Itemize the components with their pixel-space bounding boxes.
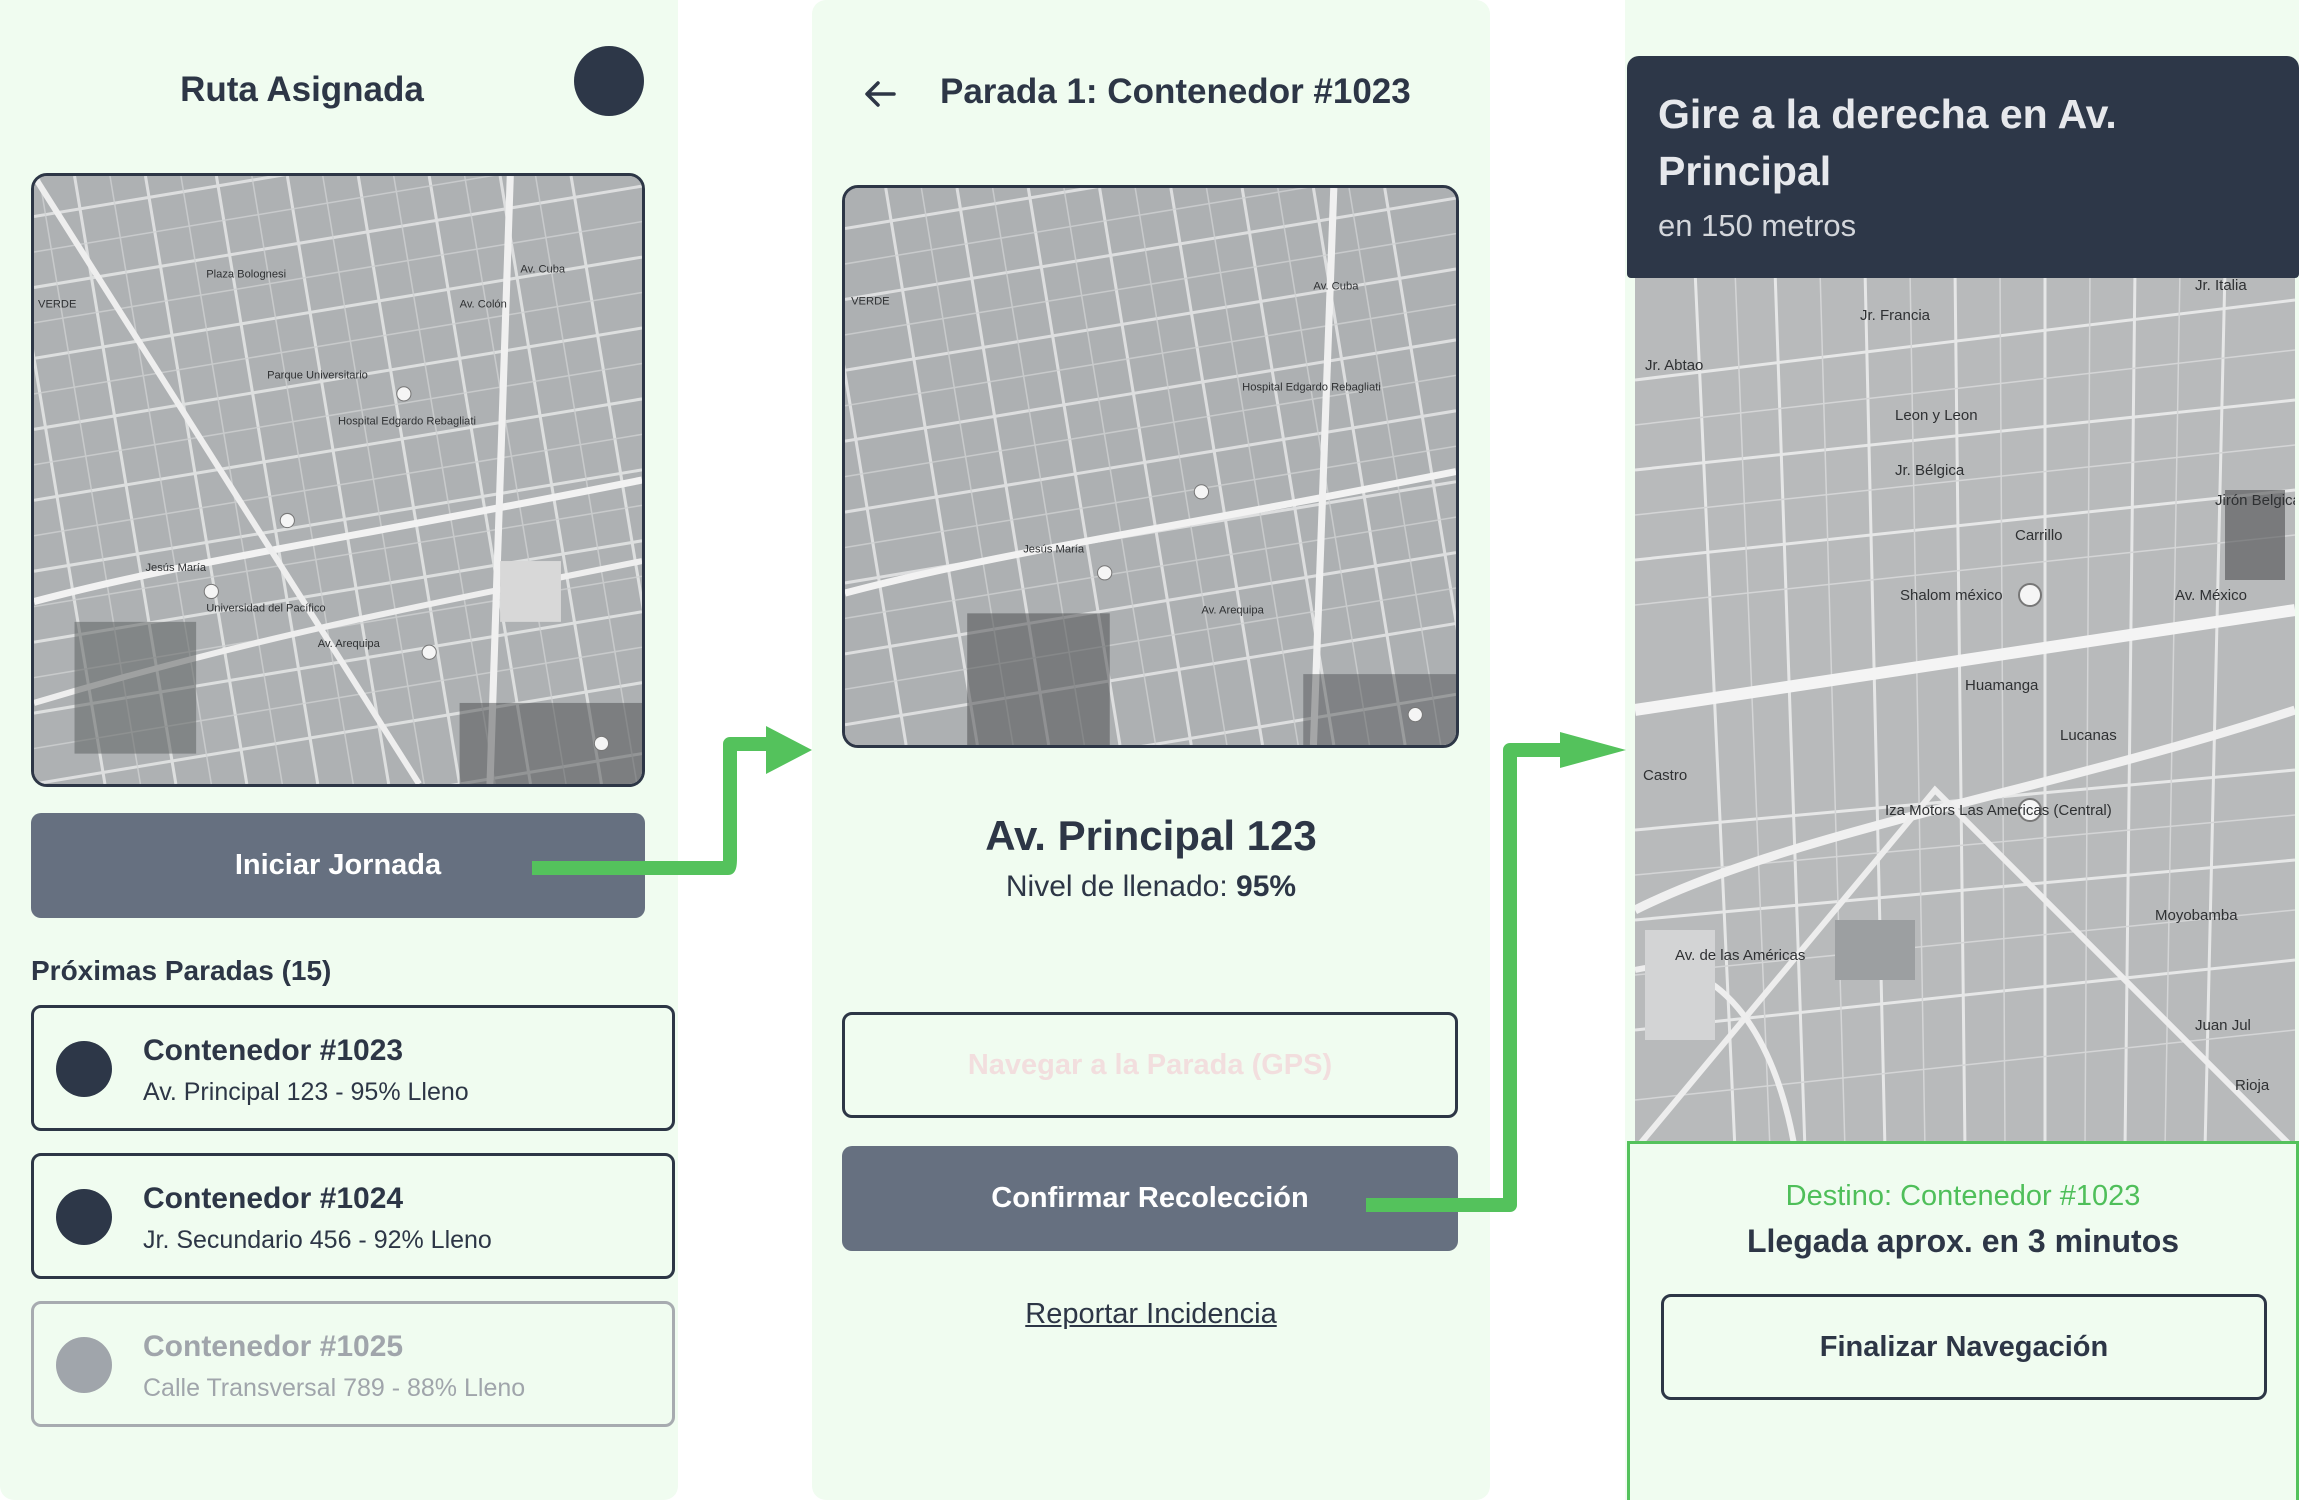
map-label: Hospital Edgardo Rebagliati xyxy=(338,415,476,427)
avatar[interactable] xyxy=(574,46,644,116)
finish-navigation-label: Finalizar Navegación xyxy=(1819,1330,2109,1363)
map-graphic: Plaza Bolognesi Av. Colón Hospital Edgar… xyxy=(34,176,642,784)
report-incident-link[interactable]: Reportar Incidencia xyxy=(812,1298,1490,1331)
turn-distance: en 150 metros xyxy=(1658,208,1857,243)
map-label: Lucanas xyxy=(2060,727,2117,744)
navigation-map[interactable]: Jr. Italia Jr. Francia Leon y Leon Jr. B… xyxy=(1635,270,2295,1150)
map-label: Av. Cuba xyxy=(1313,280,1359,292)
map-label: Hospital Edgardo Rebagliati xyxy=(1242,382,1381,394)
stop-subtitle: Calle Transversal 789 - 88% Lleno xyxy=(143,1374,526,1402)
map-label: Av. Arequipa xyxy=(318,638,381,650)
flow-arrow-icon xyxy=(532,726,812,875)
turn-instruction: Gire a la derecha en Av. Principal xyxy=(1658,91,2117,194)
stop-card[interactable]: Contenedor #1025 Calle Transversal 789 -… xyxy=(31,1301,675,1427)
page-title: Parada 1: Contenedor #1023 xyxy=(940,72,1411,111)
map-graphic: Jr. Italia Jr. Francia Leon y Leon Jr. B… xyxy=(1635,270,2295,1150)
map-label: Jesús María xyxy=(145,562,206,574)
eta-label: Llegada aprox. en 3 minutos xyxy=(1746,1223,2180,1259)
stop-title: Contenedor #1025 xyxy=(143,1330,404,1363)
map-label: Carrillo xyxy=(2015,527,2063,544)
stop-subtitle: Av. Principal 123 - 95% Lleno xyxy=(143,1078,469,1106)
map-label: VERDE xyxy=(38,299,76,311)
map-label: Av. Colón xyxy=(460,299,507,311)
arrow-left-icon[interactable] xyxy=(860,74,900,114)
finish-navigation-button[interactable]: Finalizar Navegación xyxy=(1661,1294,2267,1400)
stop-status-dot xyxy=(56,1041,112,1097)
fill-level-label: Nivel de llenado: xyxy=(1005,870,1228,903)
map-label: Iza Motors Las Americas (Central) xyxy=(1885,802,2112,819)
stop-subtitle: Jr. Secundario 456 - 92% Lleno xyxy=(143,1226,492,1254)
map-label: Av. de las Américas xyxy=(1675,947,1805,964)
stop-card[interactable]: Contenedor #1023 Av. Principal 123 - 95%… xyxy=(31,1005,675,1131)
map-label: Castro xyxy=(1643,767,1687,784)
flow-arrow-icon xyxy=(1366,732,1626,1212)
map-label: Av. México xyxy=(2175,587,2247,604)
destination-label: Destino: Contenedor #1023 xyxy=(1785,1180,2141,1212)
map-label: Jr. Francia xyxy=(1860,307,1931,324)
map-label: Leon y Leon xyxy=(1895,407,1978,424)
stop-title: Contenedor #1024 xyxy=(143,1182,404,1215)
stop-status-dot xyxy=(56,1337,112,1393)
confirm-collection-label: Confirmar Recolección xyxy=(991,1182,1309,1214)
map-label: Jr. Abtao xyxy=(1645,357,1703,374)
map-label: Jr. Bélgica xyxy=(1895,462,1965,479)
map-label: Shalom méxico xyxy=(1900,587,2003,604)
start-shift-label: Iniciar Jornada xyxy=(234,849,442,881)
navigate-gps-label: Navegar a la Parada (GPS) xyxy=(967,1048,1333,1081)
map-label: Huamanga xyxy=(1965,677,2039,694)
map-label: Jesús María xyxy=(1023,544,1085,556)
turn-instruction-banner: Gire a la derecha en Av. Principal en 15… xyxy=(1627,56,2299,278)
page-title: Ruta Asignada xyxy=(180,70,424,109)
map-label: Moyobamba xyxy=(2155,907,2238,924)
map-label: Plaza Bolognesi xyxy=(206,268,286,280)
stop-card[interactable]: Contenedor #1024 Jr. Secundario 456 - 92… xyxy=(31,1153,675,1279)
stops-heading: Próximas Paradas (15) xyxy=(31,955,332,986)
map-label: Av. Cuba xyxy=(520,263,566,275)
map-label: Jirón Belgica xyxy=(2215,492,2295,509)
map-label: Rioja xyxy=(2235,1077,2270,1094)
destination-panel: Destino: Contenedor #1023 Llegada aprox.… xyxy=(1627,1141,2299,1500)
route-map[interactable]: Plaza Bolognesi Av. Colón Hospital Edgar… xyxy=(31,173,645,787)
map-label: Juan Jul xyxy=(2195,1017,2251,1034)
map-label: Av. Arequipa xyxy=(1201,604,1264,616)
map-label: VERDE xyxy=(851,295,890,307)
map-label: Universidad del Pacífico xyxy=(206,603,325,615)
map-graphic: VERDE Av. Cuba Jesús María Hospital Edga… xyxy=(845,188,1456,745)
navigation-screen: Jr. Italia Jr. Francia Leon y Leon Jr. B… xyxy=(1625,0,2299,1500)
stop-status-dot xyxy=(56,1189,112,1245)
map-label: Jr. Italia xyxy=(2195,277,2247,294)
fill-level-value: 95% xyxy=(1236,870,1297,903)
stop-title: Contenedor #1023 xyxy=(143,1034,404,1067)
stop-map[interactable]: VERDE Av. Cuba Jesús María Hospital Edga… xyxy=(842,185,1459,748)
map-label: Parque Universitario xyxy=(267,370,368,382)
